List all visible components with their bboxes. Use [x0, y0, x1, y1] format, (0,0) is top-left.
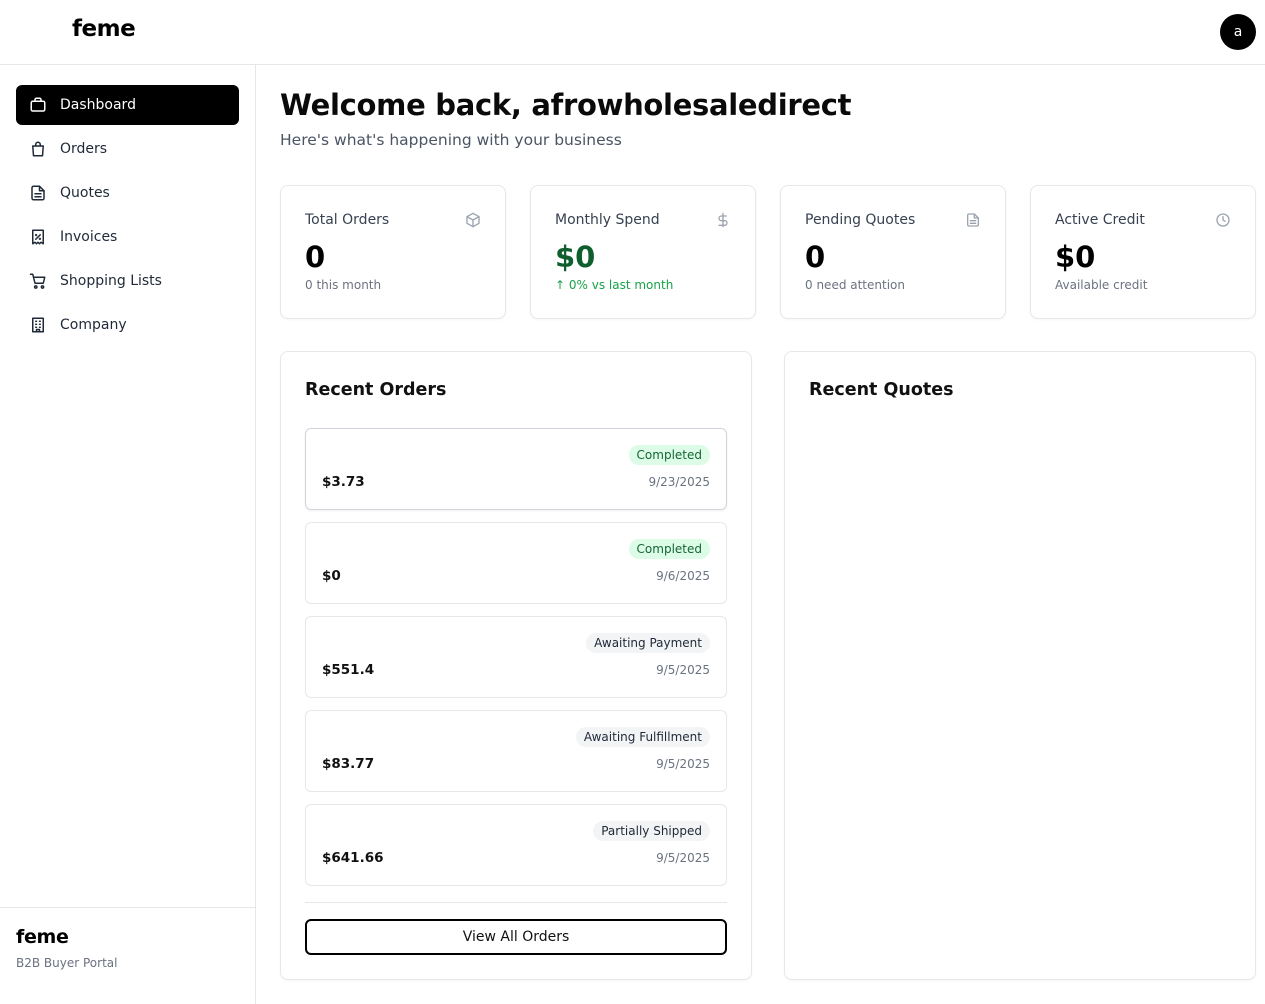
sidebar-item-label: Quotes	[60, 185, 110, 201]
order-row[interactable]: Partially Shipped $641.66 9/5/2025	[305, 804, 727, 886]
sidebar: Dashboard Orders Quotes Invoices Shoppin…	[0, 65, 256, 1004]
order-amount: $0	[322, 568, 341, 584]
recent-orders-title: Recent Orders	[305, 380, 447, 400]
order-amount: $83.77	[322, 756, 375, 772]
sidebar-item-orders[interactable]: Orders	[16, 129, 239, 169]
order-row[interactable]: Completed $3.73 9/23/2025	[305, 428, 727, 510]
order-amount: $641.66	[322, 850, 384, 866]
footer-brand: feme	[16, 926, 69, 948]
order-date: 9/5/2025	[656, 757, 710, 771]
order-date: 9/5/2025	[656, 663, 710, 677]
document-icon	[965, 212, 981, 228]
shopping-bag-icon	[29, 140, 47, 158]
stat-value: 0	[805, 240, 826, 274]
sidebar-footer: feme B2B Buyer Portal	[0, 907, 255, 1004]
stat-value: $0	[555, 240, 596, 274]
order-amount: $3.73	[322, 474, 365, 490]
view-all-orders-button[interactable]: View All Orders	[305, 919, 727, 955]
order-date: 9/6/2025	[656, 569, 710, 583]
footer-subtitle: B2B Buyer Portal	[16, 956, 118, 970]
status-badge: Completed	[628, 539, 710, 559]
sidebar-item-label: Shopping Lists	[60, 273, 162, 289]
order-row[interactable]: Awaiting Fulfillment $83.77 9/5/2025	[305, 710, 727, 792]
stat-subtext: Available credit	[1055, 278, 1148, 292]
divider	[305, 902, 727, 903]
stat-card-pending-quotes: Pending Quotes 0 0 need attention	[780, 185, 1006, 319]
file-text-icon	[29, 184, 47, 202]
status-badge: Awaiting Fulfillment	[575, 727, 710, 747]
recent-orders-panel: Recent Orders Completed $3.73 9/23/2025 …	[280, 351, 752, 980]
sidebar-item-label: Dashboard	[60, 97, 136, 113]
status-badge: Partially Shipped	[593, 821, 710, 841]
dollar-icon	[715, 212, 731, 228]
stat-label: Total Orders	[305, 212, 390, 228]
page-subtitle: Here's what's happening with your busine…	[280, 131, 622, 149]
sidebar-item-label: Invoices	[60, 229, 118, 245]
sidebar-item-quotes[interactable]: Quotes	[16, 173, 239, 213]
stat-trend: ↑ 0% vs last month	[555, 278, 674, 292]
stat-card-total-orders: Total Orders 0 0 this month	[280, 185, 506, 319]
stat-label: Monthly Spend	[555, 212, 660, 228]
sidebar-item-label: Company	[60, 317, 127, 333]
briefcase-icon	[29, 96, 47, 114]
sidebar-item-invoices[interactable]: Invoices	[16, 217, 239, 257]
order-date: 9/23/2025	[648, 475, 710, 489]
stat-card-monthly-spend: Monthly Spend $0 ↑ 0% vs last month	[530, 185, 756, 319]
user-avatar[interactable]: a	[1220, 14, 1256, 50]
order-date: 9/5/2025	[656, 851, 710, 865]
status-badge: Completed	[628, 445, 710, 465]
sidebar-item-shopping-lists[interactable]: Shopping Lists	[16, 261, 239, 301]
recent-quotes-title: Recent Quotes	[809, 380, 954, 400]
stat-label: Pending Quotes	[805, 212, 916, 228]
recent-quotes-panel: Recent Quotes	[784, 351, 1256, 980]
package-icon	[465, 212, 481, 228]
building-icon	[29, 316, 47, 334]
order-row[interactable]: Awaiting Payment $551.4 9/5/2025	[305, 616, 727, 698]
order-row[interactable]: Completed $0 9/6/2025	[305, 522, 727, 604]
clock-icon	[1215, 212, 1231, 228]
stat-value: $0	[1055, 240, 1096, 274]
status-badge: Awaiting Payment	[586, 633, 710, 653]
stat-card-active-credit: Active Credit $0 Available credit	[1030, 185, 1256, 319]
sidebar-item-label: Orders	[60, 141, 108, 157]
stat-label: Active Credit	[1055, 212, 1145, 228]
sidebar-item-dashboard[interactable]: Dashboard	[16, 85, 239, 125]
shopping-cart-icon	[29, 272, 47, 290]
stat-subtext: 0 need attention	[805, 278, 905, 292]
page-title: Welcome back, afrowholesaledirect	[280, 88, 852, 122]
stat-value: 0	[305, 240, 326, 274]
order-amount: $551.4	[322, 662, 375, 678]
brand-logo[interactable]: feme	[72, 16, 136, 42]
receipt-percent-icon	[29, 228, 47, 246]
stat-subtext: 0 this month	[305, 278, 382, 292]
top-bar: feme a	[0, 0, 1265, 65]
sidebar-item-company[interactable]: Company	[16, 305, 239, 345]
